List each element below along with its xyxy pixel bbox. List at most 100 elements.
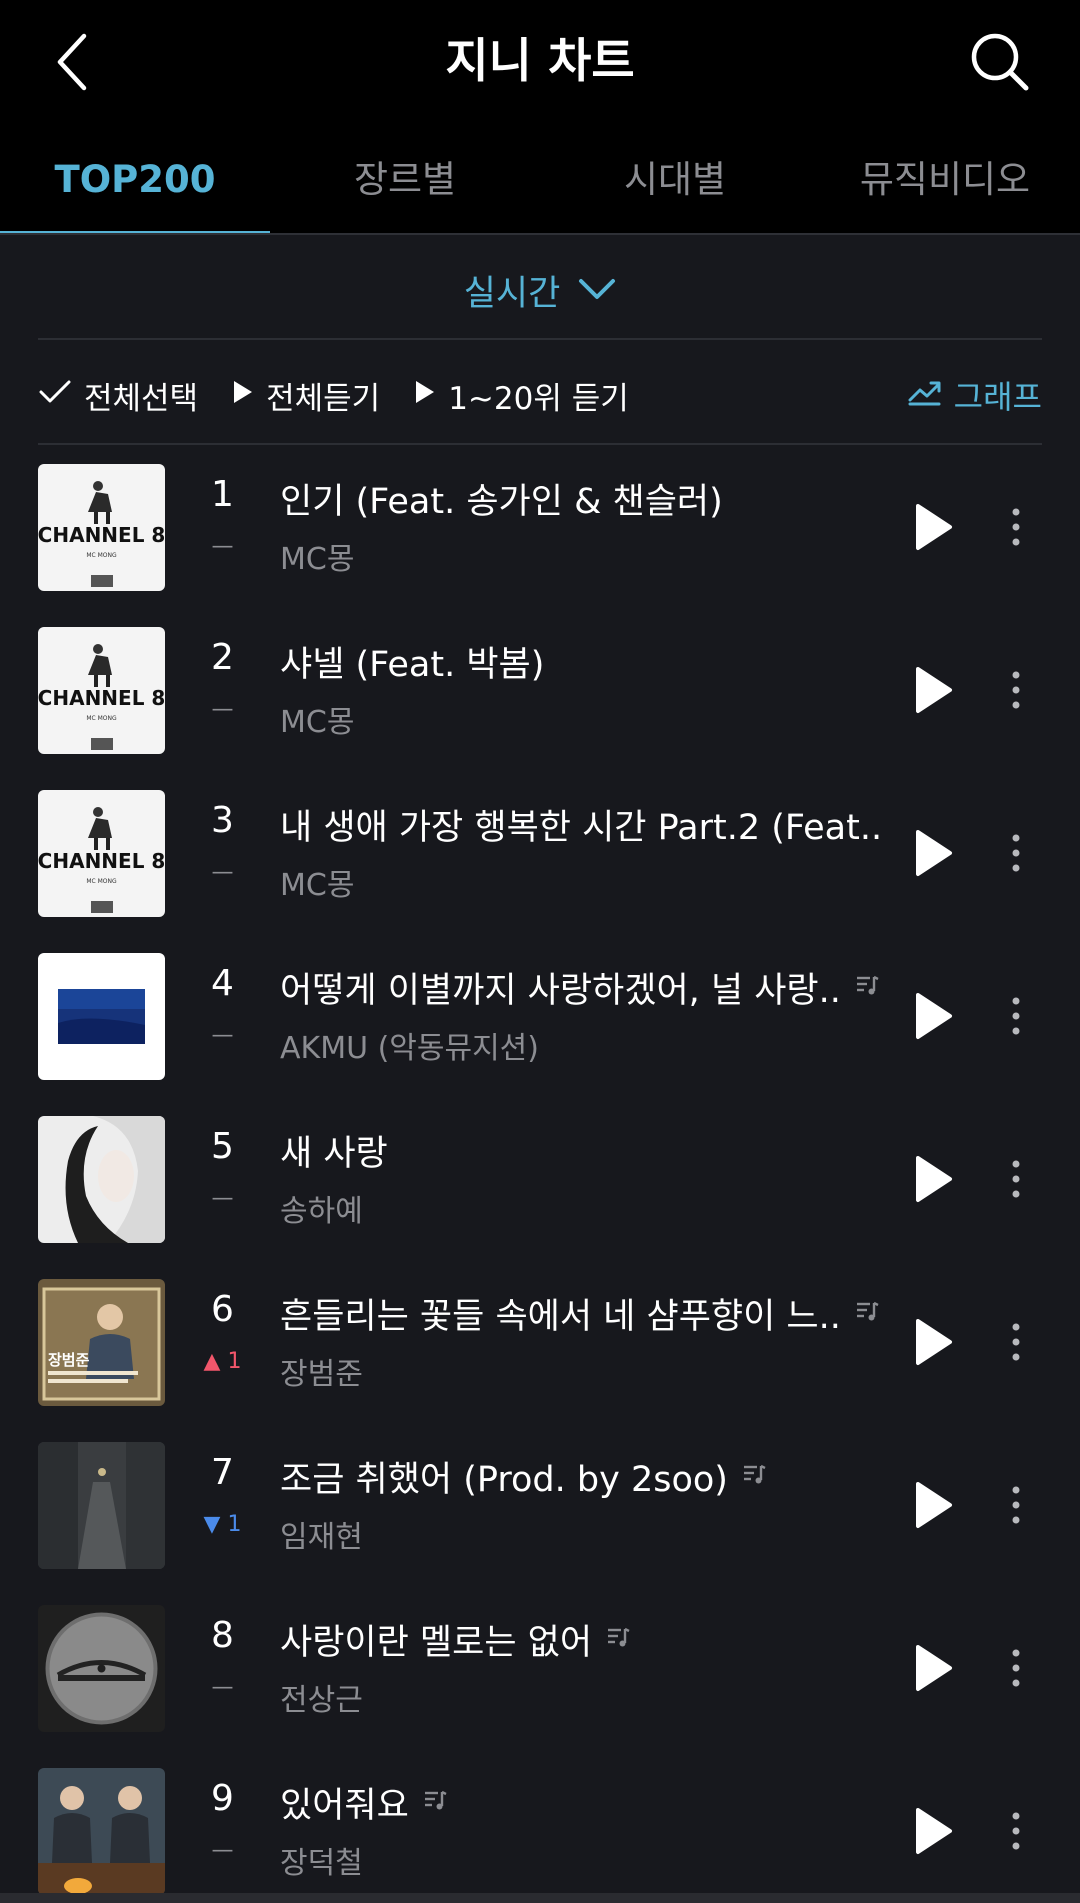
- more-options-icon[interactable]: [1004, 1154, 1028, 1204]
- song-title[interactable]: 있어줘요: [280, 1777, 409, 1828]
- song-title[interactable]: 샤넬 (Feat. 박봄): [280, 636, 544, 687]
- song-title[interactable]: 조금 취했어 (Prod. by 2soo): [280, 1451, 728, 1502]
- cover-text: CHANNEL 8: [38, 686, 165, 710]
- chart-row[interactable]: CHANNEL 8 MC MONG 1 — 인기 (Feat. 송가인 & 챈슬…: [0, 464, 1080, 627]
- artist-name[interactable]: MC몽: [280, 534, 354, 578]
- chart-row[interactable]: CHANNEL 8 MC MONG 3 — 내 생애 가장 행복한 시간 Par…: [0, 790, 1080, 953]
- album-cover[interactable]: [38, 1768, 165, 1895]
- select-all-button[interactable]: 전체선택: [38, 373, 198, 418]
- album-cover[interactable]: [38, 1116, 165, 1243]
- artist-name[interactable]: MC몽: [280, 697, 354, 741]
- lyrics-icon[interactable]: [742, 1462, 766, 1490]
- period-label: 실시간: [463, 273, 561, 314]
- more-options-icon[interactable]: [1004, 1317, 1028, 1367]
- rank-number: 7: [211, 1452, 234, 1493]
- chart-row[interactable]: 8 — 사랑이란 멜로는 없어 전상근: [0, 1605, 1080, 1768]
- tab-divider: [0, 233, 1080, 235]
- album-cover[interactable]: CHANNEL 8 MC MONG: [38, 627, 165, 754]
- cover-text: CHANNEL 8: [38, 523, 165, 547]
- lyrics-icon[interactable]: [423, 1788, 447, 1816]
- tab-genre[interactable]: 장르별: [270, 145, 540, 235]
- artist-name[interactable]: AKMU (악동뮤지션): [280, 1023, 539, 1067]
- play-icon[interactable]: [912, 1480, 954, 1530]
- graph-button[interactable]: 그래프: [908, 372, 1042, 418]
- artist-name[interactable]: 장범준: [280, 1349, 363, 1393]
- tab-era[interactable]: 시대별: [540, 145, 810, 235]
- song-title[interactable]: 내 생애 가장 행복한 시간 Part.2 (Feat...: [280, 799, 880, 850]
- play-icon[interactable]: [912, 665, 954, 715]
- tab-music-video[interactable]: 뮤직비디오: [810, 145, 1080, 235]
- graph-label: 그래프: [953, 378, 1042, 416]
- play-icon[interactable]: [912, 1643, 954, 1693]
- tab-top200[interactable]: TOP200: [0, 145, 270, 235]
- song-title[interactable]: 인기 (Feat. 송가인 & 챈슬러): [280, 473, 723, 524]
- more-options-icon[interactable]: [1004, 1806, 1028, 1856]
- lyrics-icon[interactable]: [855, 973, 879, 1001]
- rank-number: 2: [211, 637, 234, 678]
- artist-name[interactable]: 전상근: [280, 1675, 363, 1719]
- bottom-edge: [0, 1893, 1080, 1903]
- chart-row[interactable]: 9 — 있어줘요 장덕철: [0, 1768, 1080, 1903]
- song-title[interactable]: 새 사랑: [280, 1125, 388, 1176]
- chart-row[interactable]: CHANNEL 8 MC MONG 2 — 샤넬 (Feat. 박봄) MC몽: [0, 627, 1080, 790]
- play-icon[interactable]: [912, 991, 954, 1041]
- more-options-icon[interactable]: [1004, 1643, 1028, 1693]
- more-options-icon[interactable]: [1004, 828, 1028, 878]
- artist-name[interactable]: MC몽: [280, 860, 354, 904]
- play-icon: [232, 377, 254, 413]
- period-selector[interactable]: 실시간: [0, 255, 1080, 325]
- more-options-icon[interactable]: [1004, 1480, 1028, 1530]
- more-options-icon[interactable]: [1004, 991, 1028, 1041]
- rank-change: —: [211, 860, 234, 885]
- play-icon[interactable]: [912, 1317, 954, 1367]
- play-icon: [414, 377, 436, 413]
- album-cover[interactable]: 장범준: [38, 1279, 165, 1406]
- lyrics-icon[interactable]: [606, 1625, 630, 1653]
- more-options-icon[interactable]: [1004, 502, 1028, 552]
- album-cover[interactable]: [38, 1442, 165, 1569]
- play-top20-label: 1~20위 듣기: [448, 380, 629, 417]
- check-icon: [38, 377, 72, 413]
- chart-row[interactable]: 장범준 6 ▲ 1 흔들리는 꽃들 속에서 네 샴푸향이 느.. 장범준: [0, 1279, 1080, 1442]
- play-icon[interactable]: [912, 1154, 954, 1204]
- play-icon[interactable]: [912, 1806, 954, 1856]
- artist-name[interactable]: 임재현: [280, 1512, 363, 1556]
- play-icon[interactable]: [912, 828, 954, 878]
- album-cover[interactable]: CHANNEL 8 MC MONG: [38, 464, 165, 591]
- artist-name[interactable]: 송하예: [280, 1186, 363, 1230]
- rank-change: —: [211, 1675, 234, 1700]
- rank-change: —: [211, 697, 234, 722]
- song-title[interactable]: 흔들리는 꽃들 속에서 네 샴푸향이 느..: [280, 1288, 841, 1339]
- trend-chart-icon: [908, 376, 942, 414]
- album-cover[interactable]: [38, 953, 165, 1080]
- rank-number: 3: [211, 800, 234, 841]
- chart-row[interactable]: 5 — 새 사랑 송하예: [0, 1116, 1080, 1279]
- rank-change: —: [211, 534, 234, 559]
- page-title: 지니 차트: [445, 34, 635, 89]
- more-options-icon[interactable]: [1004, 665, 1028, 715]
- rank-change: —: [211, 1186, 234, 1211]
- chart-row[interactable]: 7 ▼ 1 조금 취했어 (Prod. by 2soo) 임재현: [0, 1442, 1080, 1605]
- rank-number: 1: [211, 474, 234, 515]
- play-all-label: 전체듣기: [266, 380, 381, 417]
- album-cover[interactable]: CHANNEL 8 MC MONG: [38, 790, 165, 917]
- rank-change: ▲ 1: [203, 1349, 242, 1374]
- rank-number: 4: [211, 963, 234, 1004]
- play-all-button[interactable]: 전체듣기: [232, 373, 380, 418]
- chart-toolbar: 전체선택 전체듣기 1~20위 듣기 그래프: [38, 365, 1042, 425]
- play-top20-button[interactable]: 1~20위 듣기: [414, 373, 629, 418]
- song-title[interactable]: 어떻게 이별까지 사랑하겠어, 널 사랑..: [280, 962, 841, 1013]
- song-title[interactable]: 사랑이란 멜로는 없어: [280, 1614, 592, 1665]
- artist-name[interactable]: 장덕철: [280, 1838, 363, 1882]
- lyrics-icon[interactable]: [855, 1299, 879, 1327]
- cover-text: 장범준: [48, 1351, 90, 1369]
- rank-number: 5: [211, 1126, 234, 1167]
- divider: [38, 338, 1042, 340]
- rank-change: —: [211, 1838, 234, 1863]
- cover-subtext: MC MONG: [86, 552, 117, 559]
- play-icon[interactable]: [912, 502, 954, 552]
- chevron-down-icon: [578, 270, 616, 310]
- chart-row[interactable]: 4 — 어떻게 이별까지 사랑하겠어, 널 사랑.. AKMU (악동뮤지션): [0, 953, 1080, 1116]
- album-cover[interactable]: [38, 1605, 165, 1732]
- search-icon[interactable]: [968, 30, 1032, 94]
